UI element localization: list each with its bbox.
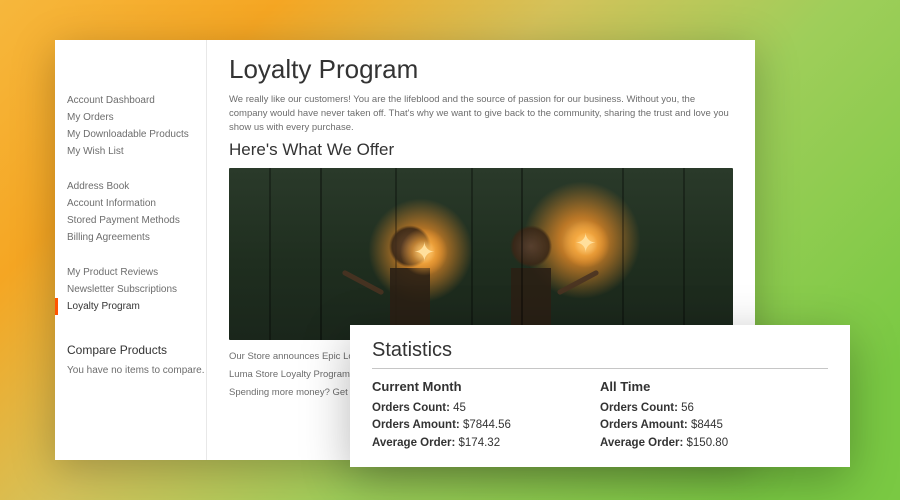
stat-value: 56	[681, 402, 694, 414]
tree-icon	[269, 168, 271, 340]
stats-current-month: Current Month Orders Count: 45 Orders Am…	[372, 379, 600, 452]
stat-orders-amount: Orders Amount: $7844.56	[372, 417, 600, 434]
sidebar-item-newsletter[interactable]: Newsletter Subscriptions	[67, 281, 206, 298]
sidebar-item-reviews[interactable]: My Product Reviews	[67, 264, 206, 281]
compare-heading: Compare Products	[67, 343, 206, 357]
offer-heading: Here's What We Offer	[229, 140, 733, 160]
sidebar-item-billing[interactable]: Billing Agreements	[67, 229, 206, 246]
stat-value: $150.80	[687, 437, 729, 449]
statistics-columns: Current Month Orders Count: 45 Orders Am…	[372, 379, 828, 452]
hero-image	[229, 168, 733, 340]
sidebar-item-loyalty[interactable]: Loyalty Program	[55, 298, 206, 315]
sidebar-item-wishlist[interactable]: My Wish List	[67, 143, 206, 160]
sidebar-group-3: My Product Reviews Newsletter Subscripti…	[67, 264, 206, 315]
stat-label: Orders Amount:	[600, 419, 688, 431]
stats-all-time: All Time Orders Count: 56 Orders Amount:…	[600, 379, 828, 452]
stat-orders-count: Orders Count: 56	[600, 400, 828, 417]
stat-value: 45	[453, 402, 466, 414]
stat-label: Average Order:	[372, 437, 455, 449]
sidebar-item-dashboard[interactable]: Account Dashboard	[67, 92, 206, 109]
stats-subheading: All Time	[600, 379, 828, 394]
stat-label: Orders Count:	[600, 402, 678, 414]
sidebar-item-downloadable[interactable]: My Downloadable Products	[67, 126, 206, 143]
stat-value: $174.32	[459, 437, 501, 449]
intro-text: We really like our customers! You are th…	[229, 93, 733, 134]
stat-label: Orders Amount:	[372, 419, 460, 431]
sidebar-item-address[interactable]: Address Book	[67, 178, 206, 195]
statistics-heading: Statistics	[372, 339, 828, 369]
sidebar-item-payment[interactable]: Stored Payment Methods	[67, 212, 206, 229]
stat-average-order: Average Order: $174.32	[372, 435, 600, 452]
stat-label: Average Order:	[600, 437, 683, 449]
stat-orders-count: Orders Count: 45	[372, 400, 600, 417]
tree-icon	[622, 168, 624, 340]
stats-subheading: Current Month	[372, 379, 600, 394]
account-sidebar: Account Dashboard My Orders My Downloada…	[55, 40, 207, 460]
sidebar-item-account-info[interactable]: Account Information	[67, 195, 206, 212]
stat-average-order: Average Order: $150.80	[600, 435, 828, 452]
stat-value: $8445	[691, 419, 723, 431]
sidebar-group-1: Account Dashboard My Orders My Downloada…	[67, 92, 206, 160]
sidebar-item-orders[interactable]: My Orders	[67, 109, 206, 126]
sparkler-icon	[562, 220, 610, 268]
tree-icon	[683, 168, 685, 340]
compare-empty-text: You have no items to compare.	[67, 365, 206, 376]
stat-label: Orders Count:	[372, 402, 450, 414]
tree-icon	[471, 168, 473, 340]
sparkler-icon	[400, 228, 448, 276]
statistics-card: Statistics Current Month Orders Count: 4…	[350, 325, 850, 467]
stat-value: $7844.56	[463, 419, 511, 431]
sidebar-group-2: Address Book Account Information Stored …	[67, 178, 206, 246]
stat-orders-amount: Orders Amount: $8445	[600, 417, 828, 434]
page-title: Loyalty Program	[229, 54, 733, 85]
